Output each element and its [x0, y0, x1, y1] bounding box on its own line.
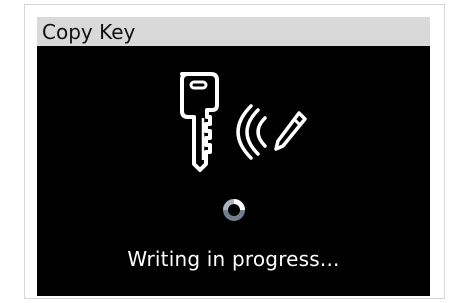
key-icon — [175, 68, 231, 174]
device-screen: Copy Key Writing in progress... — [37, 17, 430, 296]
signal-waves-icon — [231, 104, 269, 160]
status-message: Writing in progress... — [127, 247, 340, 271]
window-title: Copy Key — [42, 19, 136, 44]
page: Copy Key Writing in progress... — [0, 0, 467, 303]
pencil-icon — [268, 108, 308, 156]
title-bar: Copy Key — [37, 17, 430, 46]
loading-spinner-icon — [221, 197, 247, 223]
